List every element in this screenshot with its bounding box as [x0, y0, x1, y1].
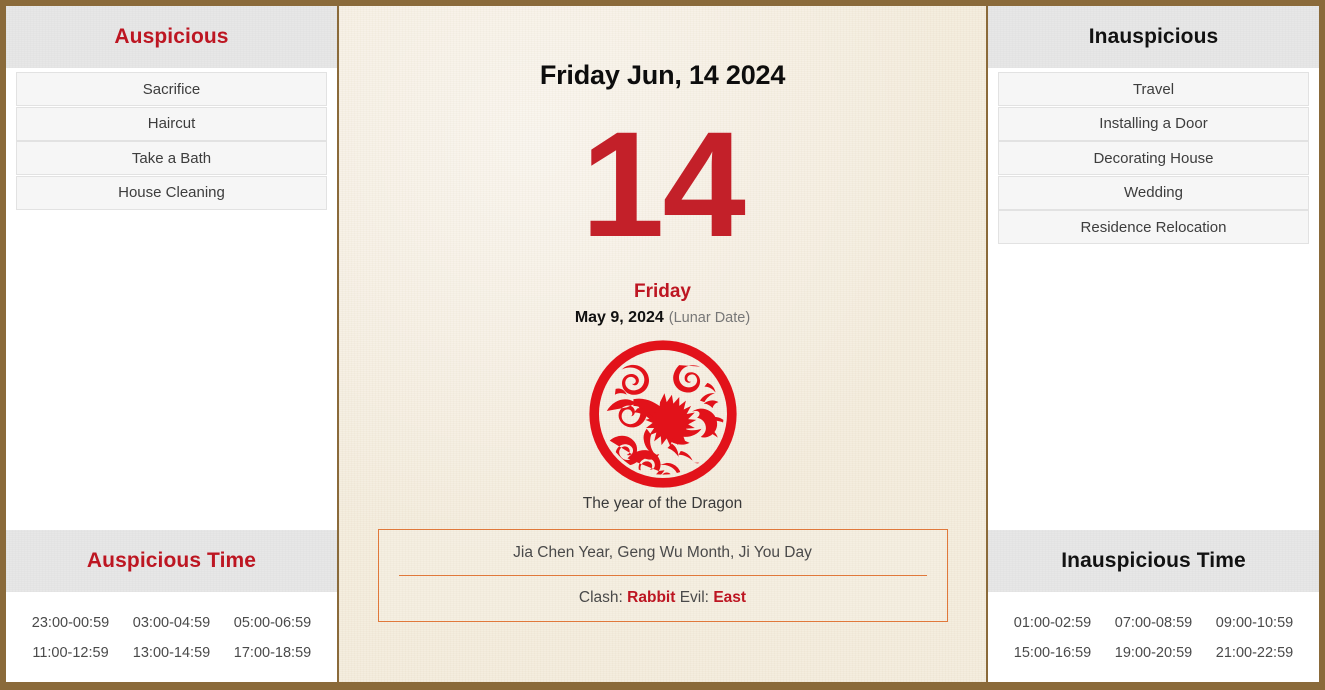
list-item-label: House Cleaning [118, 184, 225, 201]
auspicious-activity-list: Sacrifice Haircut Take a Bath House Clea… [6, 68, 337, 530]
time-slot[interactable]: 11:00-12:59 [20, 638, 121, 668]
list-item[interactable]: Wedding [998, 175, 1309, 210]
time-slot[interactable]: 03:00-04:59 [121, 608, 222, 638]
list-item[interactable]: Take a Bath [16, 141, 327, 175]
inauspicious-activity-list: Travel Installing a Door Decorating Hous… [988, 68, 1319, 530]
page-title: Friday Jun, 14 2024 [539, 60, 786, 90]
lunar-date-note: (Lunar Date) [668, 310, 751, 326]
list-item[interactable]: Decorating House [998, 141, 1309, 175]
list-item-label: Residence Relocation [1080, 218, 1227, 236]
list-item-label: Take a Bath [131, 149, 212, 167]
list-item-label: Wedding [1124, 184, 1183, 201]
time-slot[interactable]: 07:00-08:59 [1103, 608, 1204, 638]
list-item-label: Travel [1132, 80, 1175, 98]
inauspicious-time-header-title: Inauspicious Time [1061, 549, 1246, 572]
day-number: 14 [581, 100, 746, 268]
time-slot[interactable]: 13:00-14:59 [121, 638, 222, 668]
time-slot[interactable]: 05:00-06:59 [222, 608, 323, 638]
time-slot[interactable]: 21:00-22:59 [1204, 638, 1305, 668]
time-slot[interactable]: 17:00-18:59 [222, 638, 323, 668]
time-slot[interactable]: 19:00-20:59 [1103, 638, 1204, 668]
inauspicious-time-header: Inauspicious Time [988, 530, 1319, 592]
list-item[interactable]: Travel [998, 72, 1309, 106]
lunar-date-row: May 9, 2024 (Lunar Date) [575, 309, 750, 327]
list-item[interactable]: Installing a Door [998, 106, 1309, 141]
clash-label: Clash: [578, 589, 623, 606]
time-slot[interactable]: 01:00-02:59 [1002, 608, 1103, 638]
list-item[interactable]: Residence Relocation [998, 210, 1309, 244]
evil-value: East [713, 589, 747, 606]
list-item-label: Installing a Door [1099, 115, 1208, 132]
list-item[interactable]: Haircut [16, 106, 327, 141]
ganzhi-text: Jia Chen Year, Geng Wu Month, Ji You Day [398, 544, 927, 576]
auspicious-time-grid: 23:00-00:59 03:00-04:59 05:00-06:59 11:0… [6, 592, 337, 682]
weekday-label: Friday [633, 281, 692, 302]
zodiac-year-label: The year of the Dragon [582, 495, 743, 512]
evil-label: Evil: [679, 589, 709, 606]
inauspicious-header-title: Inauspicious [1088, 25, 1219, 48]
auspicious-panel: Auspicious Sacrifice Haircut Take a Bath… [6, 6, 337, 682]
inauspicious-header: Inauspicious [988, 6, 1319, 68]
panel-spacer [998, 244, 1309, 530]
list-item[interactable]: Sacrifice [16, 72, 327, 106]
calendar-app: Auspicious Sacrifice Haircut Take a Bath… [0, 0, 1325, 690]
list-item-label: Decorating House [1093, 149, 1214, 167]
ganzhi-info-box: Jia Chen Year, Geng Wu Month, Ji You Day… [377, 529, 948, 622]
panel-spacer [16, 210, 327, 530]
clash-value: Rabbit [627, 589, 676, 606]
dragon-papercut-icon [588, 340, 737, 488]
time-slot[interactable]: 15:00-16:59 [1002, 638, 1103, 668]
day-detail-panel: Friday Jun, 14 2024 14 Friday May 9, 202… [337, 6, 988, 682]
time-slot[interactable]: 09:00-10:59 [1204, 608, 1305, 638]
auspicious-time-header: Auspicious Time [6, 530, 337, 592]
inauspicious-panel: Inauspicious Travel Installing a Door De… [988, 6, 1319, 682]
auspicious-header-title: Auspicious [114, 25, 229, 48]
clash-evil-row: Clash: Rabbit Evil: East [399, 576, 927, 607]
list-item[interactable]: House Cleaning [16, 175, 327, 210]
list-item-label: Sacrifice [142, 80, 201, 98]
time-slot[interactable]: 23:00-00:59 [20, 608, 121, 638]
list-item-label: Haircut [147, 115, 196, 132]
inauspicious-time-grid: 01:00-02:59 07:00-08:59 09:00-10:59 15:0… [988, 592, 1319, 682]
auspicious-time-header-title: Auspicious Time [86, 549, 257, 572]
auspicious-header: Auspicious [6, 6, 337, 68]
lunar-date-value: May 9, 2024 [574, 309, 664, 326]
